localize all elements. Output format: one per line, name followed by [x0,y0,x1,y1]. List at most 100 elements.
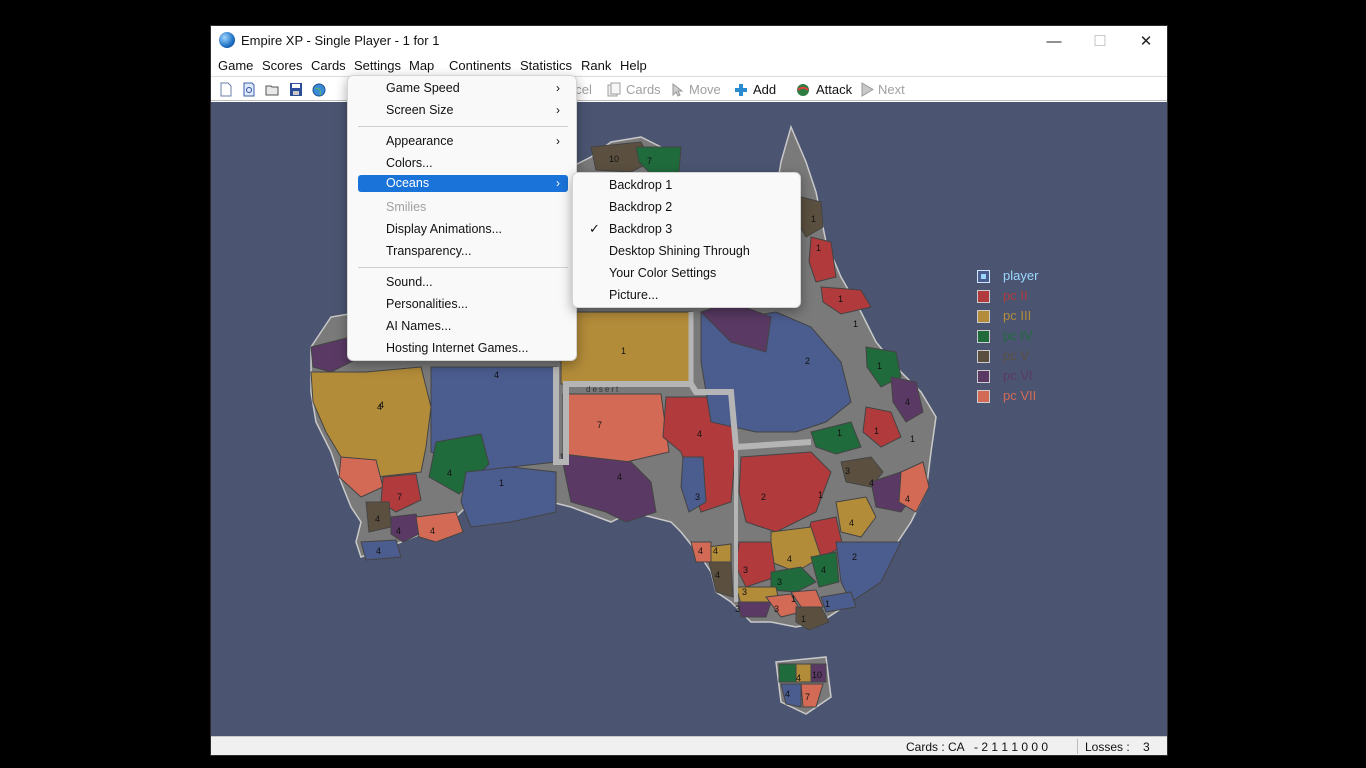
svg-text:4: 4 [396,526,401,536]
cards-status-label: Cards : CA [906,740,965,754]
svg-text:3: 3 [742,587,747,597]
menu-item-screen-size[interactable]: Screen Size › [358,100,568,120]
attack-globe-icon[interactable] [796,82,810,97]
menu-help[interactable]: Help [620,58,647,73]
next-arrow-icon[interactable] [860,82,874,97]
add-button[interactable]: Add [753,82,776,97]
svg-text:4: 4 [905,494,910,504]
svg-text:1: 1 [811,214,816,224]
menu-item-backdrop-3[interactable]: ✓ Backdrop 3 [579,219,794,239]
status-bar: Cards : CA - 2 1 1 1 0 0 0 Losses : 3 [211,736,1167,755]
svg-text:1: 1 [838,294,843,304]
maximize-button[interactable]: ☐ [1077,26,1123,56]
menu-game[interactable]: Game [218,58,253,73]
chevron-right-icon: › [556,134,560,148]
title-bar[interactable]: Empire XP - Single Player - 1 for 1 — ☐ … [211,26,1167,56]
svg-text:4: 4 [698,546,703,556]
svg-text:10: 10 [609,154,619,164]
svg-text:1: 1 [825,599,830,609]
svg-text:4: 4 [796,673,801,683]
svg-text:3: 3 [735,604,740,614]
menu-item-backdrop-2[interactable]: Backdrop 2 [579,197,794,217]
menu-item-picture[interactable]: Picture... [579,285,794,305]
svg-text:4: 4 [697,429,702,439]
close-button[interactable]: ✕ [1123,26,1169,56]
legend-pc6: pc VI [977,368,1097,384]
menu-item-oceans[interactable]: Oceans › [358,175,568,192]
move-icon[interactable] [670,82,684,97]
menu-scores[interactable]: Scores [262,58,302,73]
open-folder-icon[interactable] [265,82,279,97]
minimize-button[interactable]: — [1031,26,1077,56]
legend-swatch [977,270,990,283]
menu-item-smilies: Smilies [386,200,427,214]
svg-text:3: 3 [845,466,850,476]
settings-menu: Game Speed › Screen Size › Appearance › Col… [347,75,577,361]
menu-cards[interactable]: Cards [311,58,346,73]
svg-text:4: 4 [785,689,790,699]
cards-icon[interactable] [607,82,621,97]
legend-pc4: pc IV [977,328,1097,344]
svg-text:7: 7 [397,492,402,502]
menu-item-appearance[interactable]: Appearance › [358,131,568,151]
svg-text:4: 4 [379,400,384,410]
losses-label: Losses : [1085,740,1130,754]
svg-text:2: 2 [852,552,857,562]
menu-item-personalities[interactable]: Personalities... [358,294,568,314]
menu-item-transparency[interactable]: Transparency... [358,241,568,261]
svg-text:4: 4 [713,546,718,556]
svg-text:2: 2 [761,492,766,502]
svg-text:1: 1 [621,346,626,356]
chevron-right-icon: › [556,81,560,95]
menu-continents[interactable]: Continents [449,58,511,73]
svg-text:4: 4 [494,370,499,380]
add-icon[interactable] [734,82,748,97]
svg-text:4: 4 [430,526,435,536]
svg-text:4: 4 [617,472,622,482]
svg-text:4: 4 [821,565,826,575]
internet-globe-icon[interactable] [312,82,326,97]
menu-item-hosting[interactable]: Hosting Internet Games... [358,338,568,358]
svg-text:1: 1 [801,614,806,624]
menu-settings[interactable]: Settings [354,58,401,73]
svg-text:4: 4 [375,514,380,524]
legend-player: player [977,268,1097,284]
svg-text:4: 4 [849,518,854,528]
move-button[interactable]: Move [689,82,721,97]
svg-text:3: 3 [774,604,779,614]
menu-item-colors[interactable]: Colors... [358,153,568,173]
menu-item-ai-names[interactable]: AI Names... [358,316,568,336]
menu-rank[interactable]: Rank [581,58,611,73]
menu-item-display-animations[interactable]: Display Animations... [358,219,568,239]
menu-map[interactable]: Map [409,58,434,73]
legend-pc3: pc III [977,308,1097,324]
svg-text:1: 1 [816,243,821,253]
svg-text:10: 10 [812,670,822,680]
svg-text:4: 4 [905,397,910,407]
save-icon[interactable] [289,82,303,97]
svg-text:1: 1 [877,361,882,371]
next-button[interactable]: Next [878,82,905,97]
cards-button[interactable]: Cards [626,82,661,97]
menu-item-game-speed[interactable]: Game Speed › [358,78,568,98]
menu-item-backdrop-1[interactable]: Backdrop 1 [579,175,794,195]
svg-text:2: 2 [805,356,810,366]
menu-item-sound[interactable]: Sound... [358,272,568,292]
menu-item-your-color-settings[interactable]: Your Color Settings [579,263,794,283]
svg-text:4: 4 [869,478,874,488]
svg-text:4: 4 [715,570,720,580]
svg-text:1: 1 [910,434,915,444]
legend-pc2: pc II [977,288,1097,304]
preview-icon[interactable] [242,82,256,97]
menu-item-desktop-shining[interactable]: Desktop Shining Through [579,241,794,261]
chevron-right-icon: › [556,103,560,117]
svg-text:1: 1 [853,319,858,329]
new-file-icon[interactable] [219,82,233,97]
attack-button[interactable]: Attack [816,82,852,97]
menu-statistics[interactable]: Statistics [520,58,572,73]
svg-text:1: 1 [874,426,879,436]
cards-status-value: - 2 1 1 1 0 0 0 [974,740,1049,754]
oceans-submenu: Backdrop 1 Backdrop 2 ✓ Backdrop 3 Deskt… [572,172,801,308]
window-title: Empire XP - Single Player - 1 for 1 [241,33,440,48]
svg-text:3: 3 [777,577,782,587]
